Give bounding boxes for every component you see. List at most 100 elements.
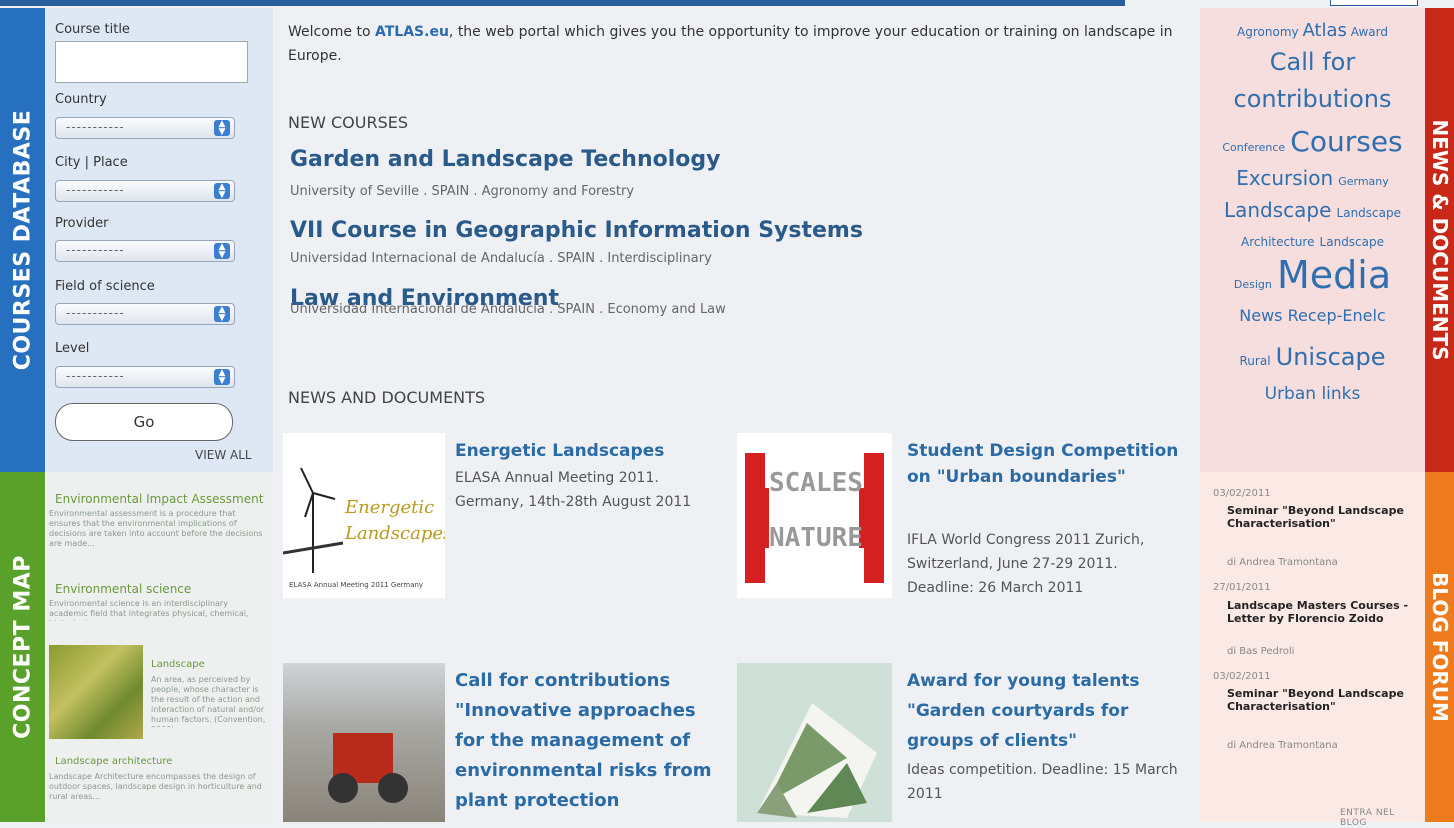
concept-item-title[interactable]: Landscape architecture xyxy=(55,756,172,767)
course-subtitle: Universidad Internacional de Andalucía .… xyxy=(290,302,726,317)
tag-line: Excursion Germany xyxy=(1200,166,1425,190)
tag-link[interactable]: Landscape xyxy=(1337,206,1401,220)
news-description: IFLA World Congress 2011 Zurich, Switzer… xyxy=(907,532,1145,596)
tab-news-documents[interactable]: NEWS & DOCUMENTS xyxy=(1425,8,1454,472)
tab-blog-forum[interactable]: BLOG FORUM xyxy=(1425,472,1454,822)
tag-line: Design Media xyxy=(1200,253,1425,297)
landscape-thumbnail[interactable] xyxy=(49,645,143,739)
concept-item-text: An area, as perceived by people, whose c… xyxy=(151,675,266,727)
blog-date: 27/01/2011 xyxy=(1213,582,1271,593)
blog-author: di Bas Pedroli xyxy=(1227,646,1295,657)
enter-blog-link[interactable]: ENTRA NEL BLOG xyxy=(1340,808,1425,828)
tag-link[interactable]: Urban links xyxy=(1200,384,1425,404)
concept-item-title[interactable]: Environmental Impact Assessment xyxy=(55,492,263,506)
tag-link[interactable]: Agronomy xyxy=(1237,25,1299,39)
city-select-value: ----------- xyxy=(66,183,125,197)
thumb-word-2: NATURE xyxy=(769,523,863,553)
tab-concept-map[interactable]: CONCEPT MAP xyxy=(0,472,45,822)
level-label: Level xyxy=(55,341,90,356)
scales-nature-thumbnail[interactable]: SCALES NATURE xyxy=(737,433,892,598)
level-select-value: ----------- xyxy=(66,369,125,383)
tab-blog-forum-label: BLOG FORUM xyxy=(1427,572,1452,722)
tag-line: News Recep-Enelc xyxy=(1200,306,1425,325)
course-subtitle: Universidad Internacional de Andalucía .… xyxy=(290,251,712,266)
concept-item-title[interactable]: Environmental science xyxy=(55,582,191,596)
thumb-word-1: SCALES xyxy=(769,468,863,498)
tab-news-documents-label: NEWS & DOCUMENTS xyxy=(1427,119,1452,361)
new-courses-heading: NEW COURSES xyxy=(288,113,408,132)
provider-select[interactable]: ----------- ▲ ▼ xyxy=(55,240,235,262)
concept-item-title[interactable]: Landscape xyxy=(151,659,205,670)
view-all-link[interactable]: VIEW ALL xyxy=(195,448,252,462)
concept-item-text: Environmental assessment is a procedure … xyxy=(49,509,263,548)
field-of-science-select[interactable]: ----------- ▲ ▼ xyxy=(55,303,235,325)
course-title-label: Course title xyxy=(55,22,130,37)
thumb-script-text: Energetic Landscapes xyxy=(345,497,445,544)
blog-date: 03/02/2011 xyxy=(1213,671,1271,682)
tag-link[interactable]: contributions xyxy=(1200,85,1425,113)
select-arrows-icon: ▲ ▼ xyxy=(214,183,230,200)
top-nav-bar xyxy=(0,0,1125,6)
course-title-input[interactable] xyxy=(55,41,248,83)
blog-panel: 03/02/2011 Seminar "Beyond Landscape Cha… xyxy=(1200,472,1425,828)
concept-item-text: Environmental science is an interdiscipl… xyxy=(49,599,249,621)
level-select[interactable]: ----------- ▲ ▼ xyxy=(55,366,235,388)
news-title-link[interactable]: Call for contributions "Innovative appro… xyxy=(455,666,730,816)
tractor-thumbnail[interactable] xyxy=(283,663,445,822)
garden-courtyards-thumbnail[interactable] xyxy=(737,663,892,822)
country-label: Country xyxy=(55,92,107,107)
tag-link[interactable]: Award xyxy=(1351,25,1388,39)
country-select[interactable]: ----------- ▲ ▼ xyxy=(55,117,235,139)
blog-post-title[interactable]: Seminar "Beyond Landscape Characterisati… xyxy=(1227,504,1417,530)
select-arrows-icon: ▲ ▼ xyxy=(214,306,230,323)
tag-link[interactable]: News xyxy=(1239,306,1282,325)
tag-cloud-panel: Agronomy Atlas Award Call for contributi… xyxy=(1200,8,1425,472)
course-title-link[interactable]: Garden and Landscape Technology xyxy=(290,147,720,172)
tag-link[interactable]: Conference xyxy=(1222,141,1285,154)
blog-post-title[interactable]: Landscape Masters Courses - Letter by Fl… xyxy=(1227,599,1417,625)
concept-map-panel: Environmental Impact Assessment Environm… xyxy=(45,472,273,822)
tag-link[interactable]: Landscape xyxy=(1224,198,1331,222)
city-select[interactable]: ----------- ▲ ▼ xyxy=(55,180,235,202)
tag-link[interactable]: Landscape xyxy=(1320,235,1384,249)
atlas-link[interactable]: ATLAS.eu xyxy=(375,24,449,40)
country-select-value: ----------- xyxy=(66,120,125,134)
tag-link[interactable]: Call for xyxy=(1200,48,1425,76)
select-arrows-icon: ▲ ▼ xyxy=(214,243,230,260)
course-subtitle: University of Seville . SPAIN . Agronomy… xyxy=(290,184,635,199)
blog-date: 03/02/2011 xyxy=(1213,488,1271,499)
provider-select-value: ----------- xyxy=(66,243,125,257)
tag-link[interactable]: Courses xyxy=(1290,125,1402,158)
news-title-link[interactable]: Energetic Landscapes xyxy=(455,438,725,464)
tag-link[interactable]: Architecture xyxy=(1241,235,1314,249)
tag-link[interactable]: Uniscape xyxy=(1276,343,1386,371)
intro-prefix: Welcome to xyxy=(288,24,375,40)
tag-link[interactable]: Rural xyxy=(1240,354,1271,368)
blog-post-title[interactable]: Seminar "Beyond Landscape Characterisati… xyxy=(1227,687,1417,713)
go-button[interactable]: Go xyxy=(55,403,233,441)
tab-courses-database[interactable]: COURSES DATABASE xyxy=(0,8,45,472)
main-content: Welcome to ATLAS.eu, the web portal whic… xyxy=(275,8,1195,822)
top-search-box[interactable] xyxy=(1330,0,1418,6)
news-title-link[interactable]: Award for young talents "Garden courtyar… xyxy=(907,666,1187,756)
tag-link[interactable]: Excursion xyxy=(1236,166,1333,190)
tag-link[interactable]: Germany xyxy=(1338,175,1389,188)
tag-line: Agronomy Atlas Award xyxy=(1200,20,1425,41)
tag-line: Architecture Landscape xyxy=(1200,231,1425,250)
news-description: Ideas competition. Deadline: 15 March 20… xyxy=(907,762,1178,802)
tag-link[interactable]: Design xyxy=(1234,278,1272,291)
tag-line: Landscape Landscape xyxy=(1200,198,1425,222)
courtyard-diagram-icon xyxy=(757,703,877,818)
course-title-link[interactable]: VII Course in Geographic Information Sys… xyxy=(290,218,863,243)
tab-concept-map-label: CONCEPT MAP xyxy=(10,555,35,739)
tag-line: Conference Courses xyxy=(1200,125,1425,158)
tag-link[interactable]: Recep-Enelc xyxy=(1288,306,1386,325)
tractor-wheel xyxy=(328,773,358,803)
energetic-landscapes-thumbnail[interactable]: Energetic Landscapes ELASA Annual Meetin… xyxy=(283,433,445,598)
tag-link[interactable]: Atlas xyxy=(1302,20,1346,41)
blog-author: di Andrea Tramontana xyxy=(1227,557,1338,568)
city-label: City | Place xyxy=(55,155,128,170)
provider-label: Provider xyxy=(55,216,109,231)
news-title-link[interactable]: Student Design Competition on "Urban bou… xyxy=(907,438,1187,490)
tag-link[interactable]: Media xyxy=(1277,253,1391,297)
